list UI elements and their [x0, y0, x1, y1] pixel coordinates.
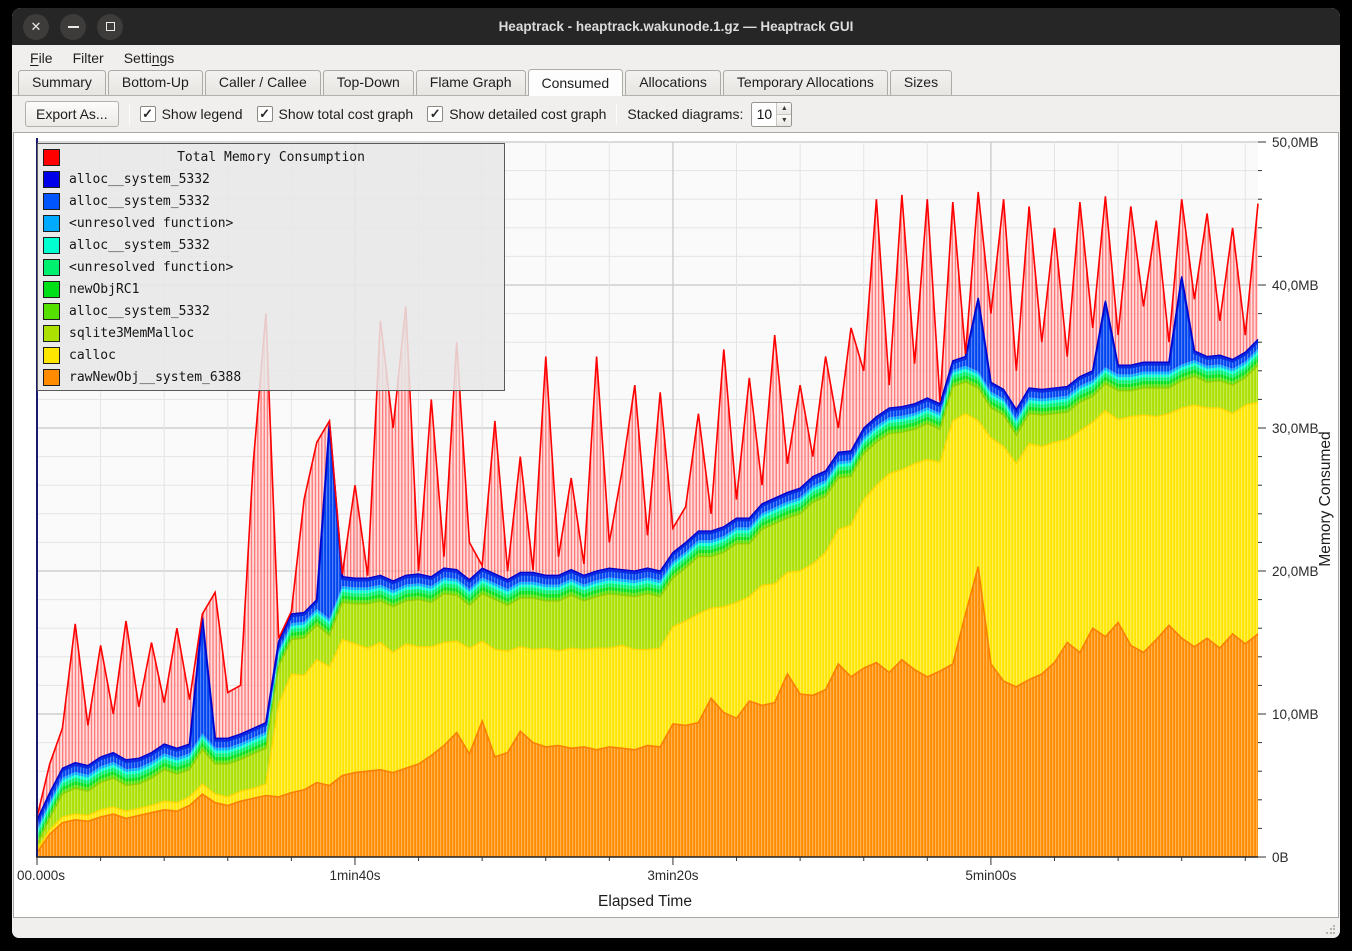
export-as-button[interactable]: Export As... [25, 101, 119, 127]
checkbox-label: Show total cost graph [279, 106, 414, 122]
legend-label: sqlite3MemMalloc [69, 326, 194, 341]
checkmark-icon: ✓ [427, 106, 443, 122]
checkbox-label: Show detailed cost graph [449, 106, 606, 122]
legend-item: sqlite3MemMalloc [38, 322, 504, 344]
checkmark-icon: ✓ [140, 106, 156, 122]
close-icon: ✕ [31, 20, 42, 33]
legend-swatch-icon [43, 303, 60, 320]
menu-bar: FileFilterSettings [12, 45, 1340, 70]
menu-filter[interactable]: Filter [64, 48, 113, 68]
tab-top-down[interactable]: Top-Down [323, 70, 414, 95]
resize-grip-icon[interactable] [1325, 924, 1335, 934]
x-axis-title: Elapsed Time [598, 893, 692, 910]
legend-swatch-icon [43, 325, 60, 342]
y-tick-label: 50,0MB [1272, 135, 1319, 150]
toolbar: Export As... ✓ Show legend ✓ Show total cos… [12, 96, 1340, 132]
y-axis-title: Memory Consumed [1317, 431, 1334, 566]
tab-bottom-up[interactable]: Bottom-Up [108, 70, 203, 95]
tab-bar: SummaryBottom-UpCaller / CalleeTop-DownF… [12, 70, 1340, 96]
y-tick-label: 20,0MB [1272, 564, 1319, 579]
legend-label: <unresolved function> [69, 260, 233, 275]
stepper-arrows: ▲ ▼ [776, 103, 791, 126]
legend-swatch-icon [43, 215, 60, 232]
close-button[interactable]: ✕ [23, 14, 49, 40]
y-tick-label: 0B [1272, 850, 1289, 865]
legend-label: alloc__system_5332 [69, 304, 210, 319]
tab-consumed[interactable]: Consumed [528, 69, 624, 96]
legend-swatch-icon [43, 347, 60, 364]
checkbox-show-total-cost-graph[interactable]: ✓ Show total cost graph [257, 106, 414, 122]
legend-item: alloc__system_5332 [38, 168, 504, 190]
status-strip [12, 918, 1340, 938]
legend-swatch-icon [43, 193, 60, 210]
legend-label: alloc__system_5332 [69, 238, 210, 253]
legend-swatch-icon [43, 369, 60, 386]
checkbox-show-legend[interactable]: ✓ Show legend [140, 106, 243, 122]
stacked-diagrams-stepper[interactable]: 10 ▲ ▼ [751, 102, 792, 127]
x-tick-label: 3min20s [647, 868, 698, 883]
chart-panel: 00.000s 1min40s 3min20s 5min00s 0B 10,0MB 20,0… [13, 132, 1339, 918]
minimize-button[interactable] [60, 14, 86, 40]
menu-settings[interactable]: Settings [115, 48, 184, 68]
window-title: Heaptrack - heaptrack.wakunode.1.gz — He… [12, 19, 1340, 34]
maximize-button[interactable] [97, 14, 123, 40]
stacked-diagrams-value: 10 [752, 103, 776, 126]
window-controls: ✕ [23, 14, 123, 40]
toolbar-separator [129, 103, 130, 125]
stepper-up-icon[interactable]: ▲ [777, 103, 791, 115]
legend-label: alloc__system_5332 [69, 194, 210, 209]
tab-summary[interactable]: Summary [18, 70, 106, 95]
legend-label: newObjRC1 [69, 282, 139, 297]
legend-item: newObjRC1 [38, 278, 504, 300]
y-tick-label: 10,0MB [1272, 707, 1319, 722]
stacked-diagrams-label: Stacked diagrams: [627, 106, 743, 122]
legend-swatch-icon [43, 259, 60, 276]
tab-allocations[interactable]: Allocations [625, 70, 721, 95]
legend-item: alloc__system_5332 [38, 190, 504, 212]
checkbox-show-detailed-cost-graph[interactable]: ✓ Show detailed cost graph [427, 106, 606, 122]
stepper-down-icon[interactable]: ▼ [777, 115, 791, 126]
maximize-icon [106, 22, 115, 31]
tab-caller-callee[interactable]: Caller / Callee [205, 70, 321, 95]
chart-legend: Total Memory Consumption alloc__system_53… [37, 143, 505, 391]
legend-swatch-icon [43, 237, 60, 254]
legend-item: <unresolved function> [38, 256, 504, 278]
x-tick-label: 1min40s [329, 868, 380, 883]
legend-swatch-icon [43, 171, 60, 188]
legend-label: alloc__system_5332 [69, 172, 210, 187]
legend-label: rawNewObj__system_6388 [69, 370, 241, 385]
legend-label: <unresolved function> [69, 216, 233, 231]
legend-item: alloc__system_5332 [38, 300, 504, 322]
title-bar: ✕ Heaptrack - heaptrack.wakunode.1.gz — … [12, 8, 1340, 45]
toolbar-separator [616, 103, 617, 125]
legend-item: Total Memory Consumption [38, 146, 504, 168]
y-tick-label: 30,0MB [1272, 421, 1319, 436]
x-tick-label: 00.000s [17, 868, 65, 883]
minimize-icon [68, 26, 79, 28]
tab-flame-graph[interactable]: Flame Graph [416, 70, 526, 95]
legend-label: Total Memory Consumption [38, 150, 504, 165]
legend-item: rawNewObj__system_6388 [38, 366, 504, 388]
checkbox-label: Show legend [162, 106, 243, 122]
app-window: ✕ Heaptrack - heaptrack.wakunode.1.gz — … [12, 8, 1340, 938]
legend-item: <unresolved function> [38, 212, 504, 234]
x-tick-label: 5min00s [965, 868, 1016, 883]
menu-file[interactable]: File [21, 48, 62, 68]
y-tick-label: 40,0MB [1272, 278, 1319, 293]
tab-temporary-allocations[interactable]: Temporary Allocations [723, 70, 888, 95]
legend-item: alloc__system_5332 [38, 234, 504, 256]
legend-label: calloc [69, 348, 116, 363]
checkmark-icon: ✓ [257, 106, 273, 122]
legend-swatch-icon [43, 281, 60, 298]
tab-sizes[interactable]: Sizes [890, 70, 952, 95]
legend-item: calloc [38, 344, 504, 366]
